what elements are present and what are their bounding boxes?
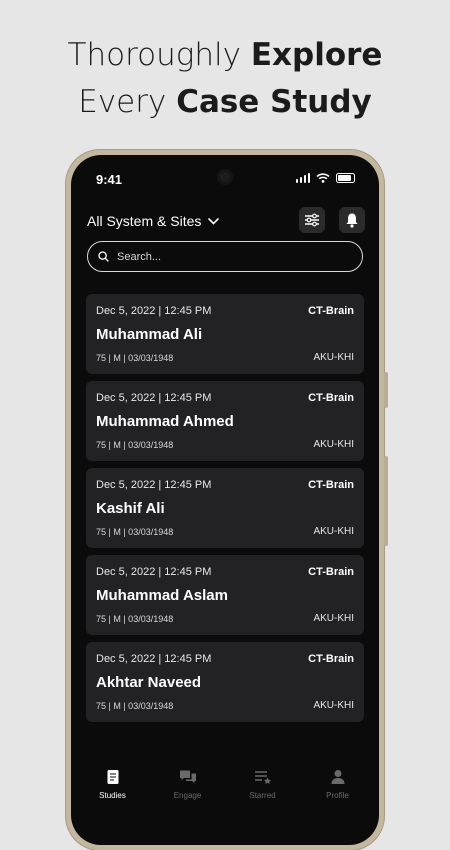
patient-meta: 75 | M | 03/03/1948 bbox=[96, 614, 174, 624]
study-date: Dec 5, 2022 | 12:45 PM bbox=[96, 305, 212, 317]
app-screen: 9:41 All System & Sites Search... Dec 5,… bbox=[71, 155, 379, 845]
bottom-tab-bar: Studies Engage Starred Profile bbox=[71, 755, 379, 845]
tab-profile[interactable]: Profile bbox=[302, 755, 374, 845]
study-modality: CT-Brain bbox=[308, 305, 354, 317]
study-date: Dec 5, 2022 | 12:45 PM bbox=[96, 392, 212, 404]
search-icon bbox=[98, 251, 109, 262]
patient-meta: 75 | M | 03/03/1948 bbox=[96, 701, 174, 711]
starred-list-icon bbox=[254, 769, 272, 787]
study-card[interactable]: Dec 5, 2022 | 12:45 PM CT-Brain Akhtar Nav… bbox=[86, 642, 364, 722]
site-filter-dropdown[interactable]: All System & Sites bbox=[87, 213, 220, 229]
front-camera bbox=[217, 169, 233, 185]
headline-line-2: Every Case Study bbox=[78, 84, 372, 120]
status-time: 9:41 bbox=[96, 172, 123, 187]
study-modality: CT-Brain bbox=[308, 479, 354, 491]
patient-name: Muhammad Ahmed bbox=[96, 413, 234, 430]
filter-button[interactable] bbox=[299, 207, 325, 233]
study-card[interactable]: Dec 5, 2022 | 12:45 PM CT-Brain Muhammad A… bbox=[86, 555, 364, 635]
search-bar[interactable] bbox=[87, 241, 363, 272]
site-filter-label: All System & Sites bbox=[87, 213, 202, 229]
study-date: Dec 5, 2022 | 12:45 PM bbox=[96, 479, 212, 491]
patient-name: Kashif Ali bbox=[96, 500, 165, 517]
study-site: AKU-KHI bbox=[313, 700, 354, 711]
tab-label: Studies bbox=[99, 791, 126, 800]
study-site: AKU-KHI bbox=[313, 439, 354, 450]
tab-label: Profile bbox=[326, 791, 349, 800]
wifi-icon bbox=[316, 173, 330, 183]
signal-icon bbox=[295, 173, 310, 183]
power-button bbox=[384, 456, 388, 546]
volume-up-button bbox=[384, 372, 388, 408]
chevron-down-icon bbox=[208, 217, 220, 225]
tab-studies[interactable]: Studies bbox=[77, 755, 149, 845]
search-input[interactable] bbox=[115, 249, 339, 264]
notifications-button[interactable] bbox=[339, 207, 365, 233]
tab-label: Starred bbox=[249, 791, 276, 800]
headline-line-1: Thoroughly Explore bbox=[67, 37, 383, 73]
patient-name: Muhammad Aslam bbox=[96, 587, 228, 604]
top-bar: All System & Sites bbox=[87, 207, 367, 237]
status-icons bbox=[295, 173, 355, 183]
marketing-headline: Thoroughly Explore Every Case Study bbox=[0, 32, 450, 126]
study-date: Dec 5, 2022 | 12:45 PM bbox=[96, 566, 212, 578]
study-card[interactable]: Dec 5, 2022 | 12:45 PM CT-Brain Kashif Ali… bbox=[86, 468, 364, 548]
status-bar: 9:41 bbox=[71, 155, 379, 195]
patient-name: Muhammad Ali bbox=[96, 326, 203, 343]
tab-label: Engage bbox=[173, 791, 202, 800]
patient-name: Akhtar Naveed bbox=[96, 674, 202, 691]
battery-icon bbox=[336, 173, 355, 183]
study-list: Dec 5, 2022 | 12:45 PM CT-Brain Muhammad A… bbox=[86, 294, 364, 729]
study-modality: CT-Brain bbox=[308, 566, 354, 578]
bell-icon bbox=[346, 213, 358, 228]
study-modality: CT-Brain bbox=[308, 653, 354, 665]
study-site: AKU-KHI bbox=[313, 526, 354, 537]
study-site: AKU-KHI bbox=[313, 352, 354, 363]
chat-icon bbox=[179, 769, 197, 787]
study-card[interactable]: Dec 5, 2022 | 12:45 PM CT-Brain Muhammad A… bbox=[86, 294, 364, 374]
person-icon bbox=[330, 769, 346, 787]
study-card[interactable]: Dec 5, 2022 | 12:45 PM CT-Brain Muhammad A… bbox=[86, 381, 364, 461]
study-date: Dec 5, 2022 | 12:45 PM bbox=[96, 653, 212, 665]
tab-starred[interactable]: Starred bbox=[227, 755, 299, 845]
patient-meta: 75 | M | 03/03/1948 bbox=[96, 353, 174, 363]
patient-meta: 75 | M | 03/03/1948 bbox=[96, 527, 174, 537]
study-site: AKU-KHI bbox=[313, 613, 354, 624]
patient-meta: 75 | M | 03/03/1948 bbox=[96, 440, 174, 450]
study-modality: CT-Brain bbox=[308, 392, 354, 404]
document-icon bbox=[106, 769, 120, 787]
tab-engage[interactable]: Engage bbox=[152, 755, 224, 845]
sliders-icon bbox=[305, 213, 319, 227]
phone-frame: 9:41 All System & Sites Search... Dec 5,… bbox=[66, 150, 388, 850]
